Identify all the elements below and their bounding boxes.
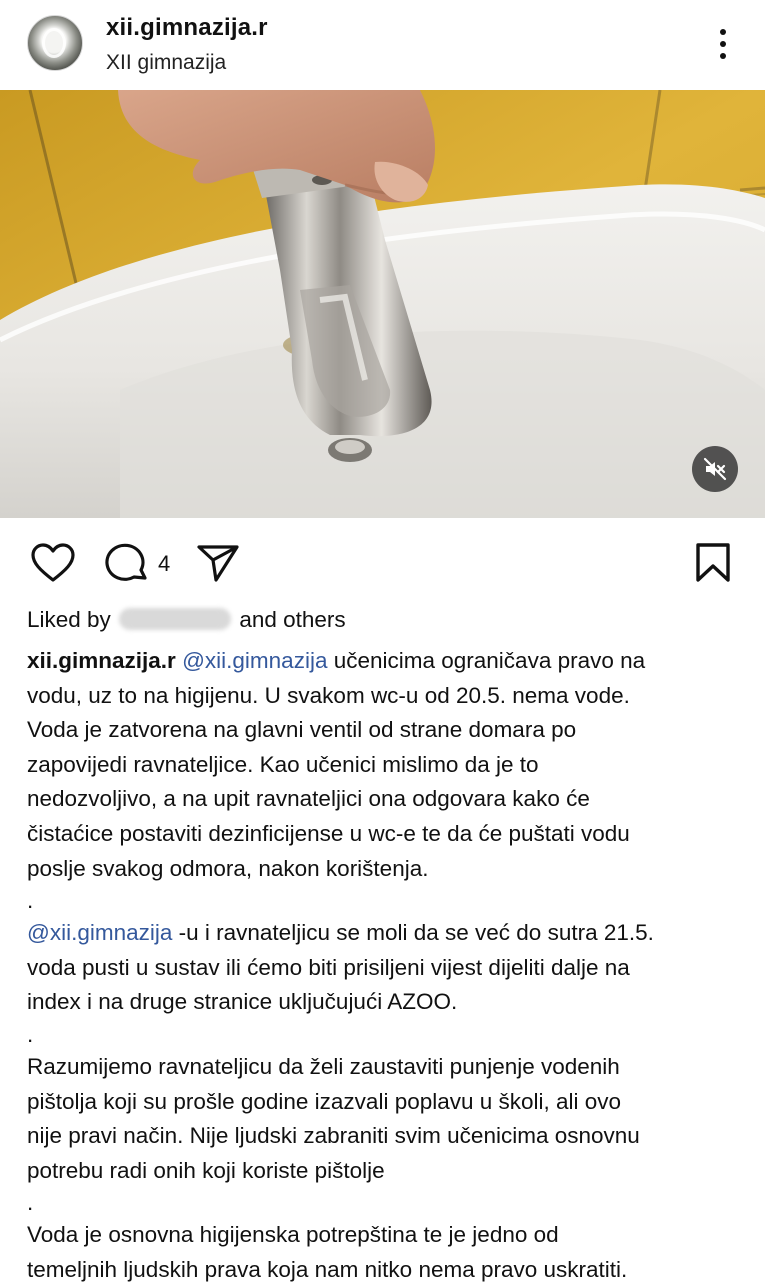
comment-count: 4 <box>158 551 171 576</box>
caption-line: potrebu radi onih koji koriste pištolje <box>27 1157 385 1183</box>
caption-line: xii.gimnazija.r @xii.gimnazija učenicima… <box>27 644 745 679</box>
post-header: xii.gimnazija.r XII gimnazija <box>0 0 765 90</box>
likes-prefix: Liked by <box>27 607 111 632</box>
comment-icon[interactable] <box>104 542 150 584</box>
caption-line: Voda je zatvorena na glavni ventil od st… <box>27 717 577 743</box>
caption-line: temeljnih ljudskih prava koja nam nitko … <box>27 1256 628 1282</box>
bookmark-icon[interactable] <box>694 542 732 584</box>
caption-mention[interactable]: @xii.gimnazija <box>182 648 327 673</box>
send-icon[interactable] <box>196 543 240 583</box>
caption-line: @xii.gimnazija -u i ravnateljicu se moli… <box>27 916 745 951</box>
faucet-sink-image <box>0 90 765 518</box>
heart-icon[interactable] <box>30 543 76 583</box>
caption-line: nedozvoljivo, a na upit ravnateljici ona… <box>27 786 590 812</box>
caption-line: poslje svakog odmora, nakon korištenja. <box>27 855 429 881</box>
caption-line: index i na druge stranice uključujući AZ… <box>27 989 458 1015</box>
mute-button[interactable] <box>692 446 738 492</box>
caption-line: zapovijedi ravnateljice. Kao učenici mis… <box>27 751 539 777</box>
post-photo[interactable] <box>0 90 765 518</box>
caption-line: Razumijemo ravnateljicu da želi zaustavi… <box>27 1053 620 1079</box>
caption-line: vodu, uz to na higijenu. U svakom wc-u o… <box>27 682 630 708</box>
caption-separator: . <box>27 1021 34 1047</box>
caption-text: učenicima ograničava pravo na <box>327 648 646 673</box>
caption-line: Voda je osnovna higijenska potrepština t… <box>27 1222 559 1248</box>
profile-avatar[interactable] <box>27 15 83 71</box>
caption-username[interactable]: xii.gimnazija.r <box>27 648 176 673</box>
more-vertical-icon[interactable] <box>712 26 734 62</box>
caption-line: pištolja koji su prošle godine izazvali … <box>27 1088 622 1114</box>
post-username[interactable]: xii.gimnazija.r <box>106 14 268 42</box>
likes-suffix: and others <box>239 607 346 632</box>
post-action-bar: 4 <box>0 530 765 594</box>
likes-summary[interactable]: Liked by and others <box>27 605 346 635</box>
blurred-username <box>119 608 232 630</box>
post-subtitle[interactable]: XII gimnazija <box>106 51 226 75</box>
caption-line: čistaćice postaviti dezinficijense u wc-… <box>27 820 630 846</box>
caption-text: -u i ravnateljicu se moli da se već do s… <box>172 920 654 946</box>
caption-line: nije pravi način. Nije ljudski zabraniti… <box>27 1123 640 1149</box>
caption-separator: . <box>27 1190 34 1216</box>
caption-separator: . <box>27 888 34 914</box>
post-caption: xii.gimnazija.r @xii.gimnazija učenicima… <box>27 644 745 1288</box>
caption-mention[interactable]: @xii.gimnazija <box>27 920 172 945</box>
speaker-muted-icon <box>703 457 727 481</box>
caption-line: voda pusti u sustav ili ćemo biti prisil… <box>27 954 630 980</box>
